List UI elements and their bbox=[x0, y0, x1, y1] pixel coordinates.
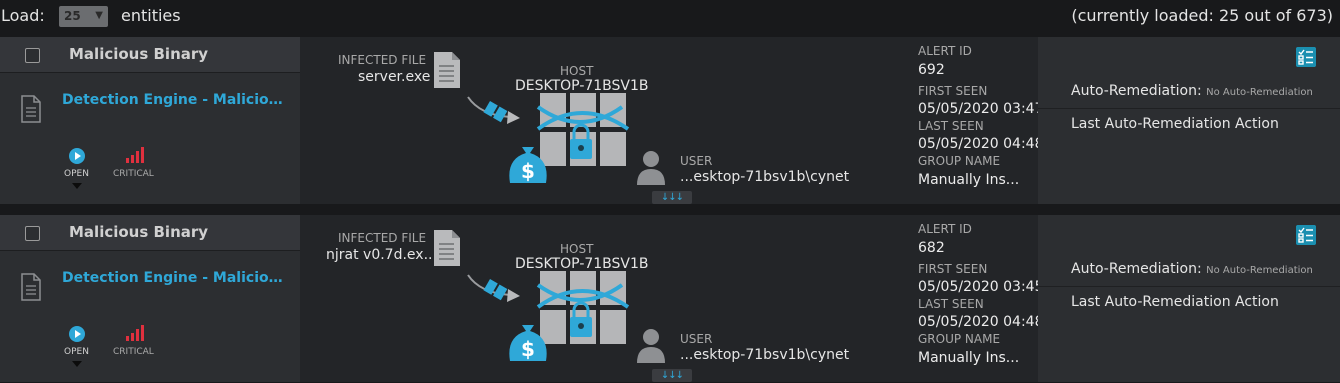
checklist-icon[interactable] bbox=[1296, 225, 1316, 245]
page-size-select[interactable]: 25 ▼ bbox=[59, 6, 108, 27]
svg-text:$: $ bbox=[521, 337, 535, 361]
first-seen-value: 05/05/2020 03:47 bbox=[918, 101, 1044, 117]
alert-id-label: ALERT ID bbox=[918, 222, 972, 236]
toolbar: Load: 25 ▼ entities (currently loaded: 2… bbox=[0, 0, 1340, 36]
auto-remediation-value: No Auto-Remediation bbox=[1206, 87, 1313, 98]
alert-graphic: INFECTED FILE server.exe HOST DESKTOP-71… bbox=[300, 37, 910, 204]
alert-title: Malicious Binary bbox=[69, 45, 209, 63]
play-circle-icon[interactable] bbox=[68, 325, 86, 343]
alert-summary: Malicious Binary Detection Engine - Mali… bbox=[0, 215, 300, 382]
first-seen-value: 05/05/2020 03:45 bbox=[918, 279, 1044, 295]
alert-card: Malicious Binary Detection Engine - Mali… bbox=[0, 215, 1340, 382]
infected-file-label: INFECTED FILE bbox=[338, 231, 427, 245]
alert-details: ALERT ID 682 FIRST SEEN 05/05/2020 03:45… bbox=[910, 215, 1044, 382]
last-remediation-action: Last Auto-Remediation Action bbox=[1071, 116, 1279, 132]
user-name: ...esktop-71bsv1b\cynet bbox=[680, 169, 850, 185]
group-name-value: Manually Ins... bbox=[918, 172, 1020, 188]
first-seen-label: FIRST SEEN bbox=[918, 84, 988, 98]
chain-lock-icon: $ bbox=[467, 93, 630, 183]
status-dropdown-caret-icon[interactable] bbox=[72, 361, 82, 367]
expand-button[interactable]: ↓↓↓ bbox=[652, 369, 692, 382]
file-icon bbox=[434, 230, 460, 266]
play-circle-icon[interactable] bbox=[68, 147, 86, 165]
entities-label: entities bbox=[121, 6, 181, 25]
chevron-down-icon: ▼ bbox=[95, 10, 103, 21]
remediation-panel: Auto-Remediation: No Auto-Remediation La… bbox=[1038, 37, 1340, 204]
alert-header: Malicious Binary bbox=[0, 37, 300, 73]
status-label: OPEN bbox=[64, 169, 89, 179]
auto-remediation-value: No Auto-Remediation bbox=[1206, 265, 1313, 276]
svg-text:$: $ bbox=[521, 159, 535, 183]
alert-id-value: 692 bbox=[918, 62, 945, 78]
user-icon bbox=[637, 151, 665, 185]
chain-lock-icon: $ bbox=[467, 271, 630, 361]
severity-label: CRITICAL bbox=[113, 169, 154, 179]
card-divider bbox=[0, 204, 1340, 215]
severity-label: CRITICAL bbox=[113, 347, 154, 357]
infected-file-name: server.exe bbox=[358, 69, 431, 85]
status-dropdown-caret-icon[interactable] bbox=[72, 183, 82, 189]
alert-details: ALERT ID 692 FIRST SEEN 05/05/2020 03:47… bbox=[910, 37, 1044, 204]
user-label: USER bbox=[680, 154, 713, 168]
alert-id-value: 682 bbox=[918, 240, 945, 256]
group-name-label: GROUP NAME bbox=[918, 154, 1001, 168]
remediation-panel: Auto-Remediation: No Auto-Remediation La… bbox=[1038, 215, 1340, 382]
last-remediation-action: Last Auto-Remediation Action bbox=[1071, 294, 1279, 310]
document-icon bbox=[21, 95, 41, 123]
severity-bars-icon bbox=[126, 147, 144, 163]
last-seen-label: LAST SEEN bbox=[918, 119, 984, 133]
status-label: OPEN bbox=[64, 347, 89, 357]
user-icon bbox=[637, 329, 665, 363]
alert-summary: Malicious Binary Detection Engine - Mali… bbox=[0, 37, 300, 204]
checklist-icon[interactable] bbox=[1296, 47, 1316, 67]
last-seen-value: 05/05/2020 04:48 bbox=[918, 314, 1044, 330]
first-seen-label: FIRST SEEN bbox=[918, 262, 988, 276]
select-checkbox[interactable] bbox=[25, 48, 40, 63]
expand-button[interactable]: ↓↓↓ bbox=[652, 191, 692, 204]
alert-title: Malicious Binary bbox=[69, 223, 209, 241]
auto-remediation-label: Auto-Remediation: No Auto-Remediation bbox=[1071, 83, 1313, 99]
page-size-value: 25 bbox=[64, 9, 81, 23]
load-label: Load: bbox=[1, 6, 45, 25]
user-name: ...esktop-71bsv1b\cynet bbox=[680, 347, 850, 363]
alert-id-label: ALERT ID bbox=[918, 44, 972, 58]
last-seen-label: LAST SEEN bbox=[918, 297, 984, 311]
host-label: HOST bbox=[560, 242, 594, 256]
detection-engine-link[interactable]: Detection Engine - Malicious B... bbox=[62, 92, 292, 108]
auto-remediation-title: Auto-Remediation: bbox=[1071, 261, 1202, 277]
auto-remediation-label: Auto-Remediation: No Auto-Remediation bbox=[1071, 261, 1313, 277]
severity-bars-icon bbox=[126, 325, 144, 341]
alert-header: Malicious Binary bbox=[0, 215, 300, 251]
detection-engine-link[interactable]: Detection Engine - Malicious B... bbox=[62, 270, 292, 286]
auto-remediation-title: Auto-Remediation: bbox=[1071, 83, 1202, 99]
infected-file-name: njrat v0.7d.ex... bbox=[326, 247, 437, 263]
host-label: HOST bbox=[560, 64, 594, 78]
loaded-count: (currently loaded: 25 out of 673) bbox=[1071, 6, 1333, 25]
document-icon bbox=[21, 273, 41, 301]
select-checkbox[interactable] bbox=[25, 226, 40, 241]
alert-card: Malicious Binary Detection Engine - Mali… bbox=[0, 37, 1340, 204]
alert-graphic: INFECTED FILE njrat v0.7d.ex... HOST DES… bbox=[300, 215, 910, 382]
user-label: USER bbox=[680, 332, 713, 346]
last-seen-value: 05/05/2020 04:48 bbox=[918, 136, 1044, 152]
infected-file-label: INFECTED FILE bbox=[338, 53, 427, 67]
group-name-value: Manually Ins... bbox=[918, 350, 1020, 366]
group-name-label: GROUP NAME bbox=[918, 332, 1001, 346]
file-icon bbox=[434, 52, 460, 88]
